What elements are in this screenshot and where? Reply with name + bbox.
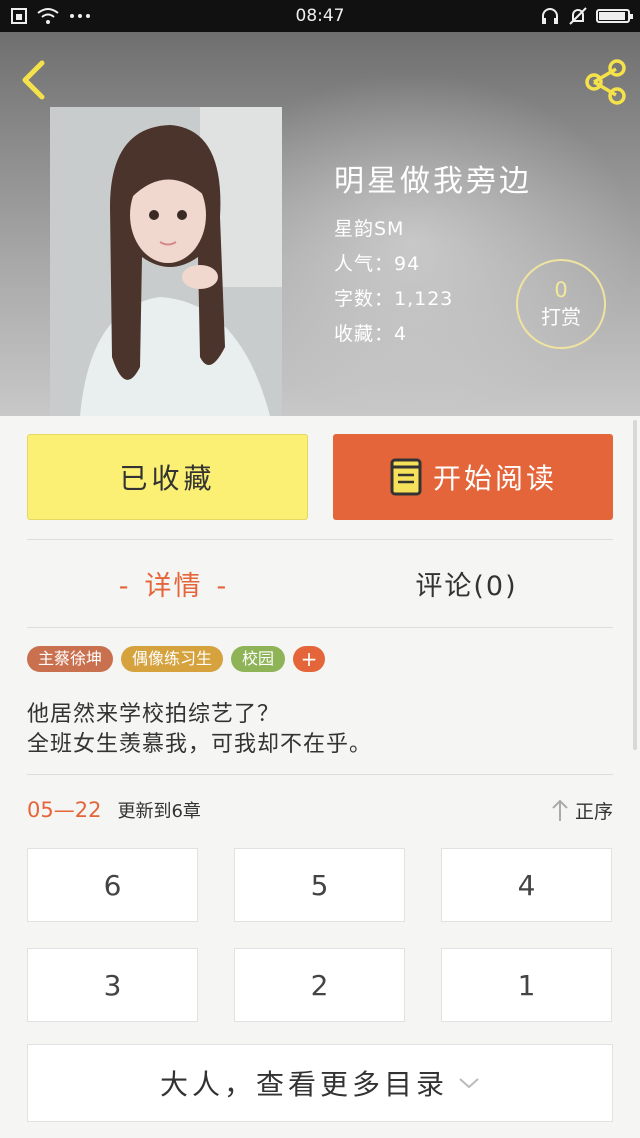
- reward-count: 0: [554, 278, 568, 302]
- chapter-button[interactable]: 2: [234, 948, 405, 1022]
- status-right-icons: [540, 7, 633, 25]
- start-reading-label: 开始阅读: [432, 462, 557, 495]
- book-word-count: 字数：1,123: [334, 288, 454, 310]
- book-favorites: 收藏：4: [334, 323, 408, 345]
- book-title: 明星做我旁边: [334, 164, 532, 199]
- update-date: 05—22: [27, 798, 102, 822]
- more-dots-icon: [70, 14, 90, 18]
- scrollbar[interactable]: [633, 420, 637, 750]
- chapter-button[interactable]: 6: [27, 848, 198, 922]
- back-arrow-icon: [22, 60, 45, 100]
- update-info: 05—22 更新到6章 正序: [27, 790, 613, 830]
- book-description: 他居然来学校拍综艺了？ 全班女生羡慕我，可我却不在乎。: [27, 700, 613, 760]
- tab-dash-left: -: [118, 570, 131, 602]
- tab-dash-right: -: [216, 570, 229, 602]
- cover-portrait: [50, 107, 282, 416]
- mute-icon: [569, 7, 587, 25]
- tag-item[interactable]: 主蔡徐坤: [27, 646, 114, 672]
- tab-comments[interactable]: 评论(0): [320, 564, 613, 603]
- reward-label: 打赏: [541, 305, 581, 329]
- tab-bar: - 详情 - 评论(0): [27, 540, 613, 626]
- update-text: 更新到6章: [117, 801, 201, 822]
- add-tag-button[interactable]: +: [293, 646, 326, 672]
- sort-order-button[interactable]: 正序: [551, 797, 613, 824]
- divider: [27, 774, 613, 775]
- more-catalog-button[interactable]: 大人，查看更多目录: [27, 1044, 613, 1122]
- tag-item[interactable]: 偶像练习生: [121, 646, 224, 672]
- status-left-icons: [10, 7, 92, 25]
- more-catalog-label: 大人，查看更多目录: [159, 1068, 448, 1101]
- description-line: 全班女生羡慕我，可我却不在乎。: [27, 732, 373, 757]
- tab-details-label: 详情: [144, 570, 203, 602]
- share-icon: [585, 59, 626, 105]
- collected-button[interactable]: 已收藏: [27, 434, 308, 520]
- status-bar: 08:47: [0, 0, 640, 32]
- reward-button[interactable]: 0 打赏: [516, 259, 606, 349]
- book-popularity: 人气：94: [334, 253, 421, 275]
- battery-icon: [596, 9, 633, 23]
- share-button[interactable]: [580, 56, 630, 106]
- book-header: 明星做我旁边 星韵SM 人气：94 字数：1,123 收藏：4 0 打赏: [0, 32, 640, 416]
- headphones-icon: [542, 8, 558, 24]
- tag-item[interactable]: 校园: [231, 646, 286, 672]
- sort-order-label: 正序: [574, 800, 613, 823]
- back-button[interactable]: [16, 58, 50, 102]
- chapter-button[interactable]: 3: [27, 948, 198, 1022]
- tab-comments-label: 评论(0): [415, 570, 518, 602]
- chapter-button[interactable]: 4: [441, 848, 612, 922]
- start-reading-button[interactable]: 开始阅读: [333, 434, 613, 520]
- sim-icon: [11, 8, 27, 24]
- chevron-down-icon: [459, 1078, 479, 1089]
- book-info: 明星做我旁边 星韵SM 人气：94 字数：1,123 收藏：4: [334, 156, 532, 352]
- wifi-icon: [37, 8, 59, 24]
- collected-label: 已收藏: [119, 462, 216, 495]
- tab-details[interactable]: - 详情 -: [27, 564, 320, 603]
- chapter-grid: 6 5 4 3 2 1: [27, 848, 613, 1022]
- tag-list: 主蔡徐坤 偶像练习生 校园 +: [27, 646, 326, 672]
- book-author[interactable]: 星韵SM: [334, 212, 532, 247]
- book-icon: [390, 458, 422, 496]
- divider: [27, 627, 613, 628]
- description-line: 他居然来学校拍综艺了？: [27, 702, 281, 727]
- chapter-button[interactable]: 1: [441, 948, 612, 1022]
- chapter-button[interactable]: 5: [234, 848, 405, 922]
- arrow-up-icon: [552, 799, 568, 821]
- book-cover-image[interactable]: [50, 107, 282, 416]
